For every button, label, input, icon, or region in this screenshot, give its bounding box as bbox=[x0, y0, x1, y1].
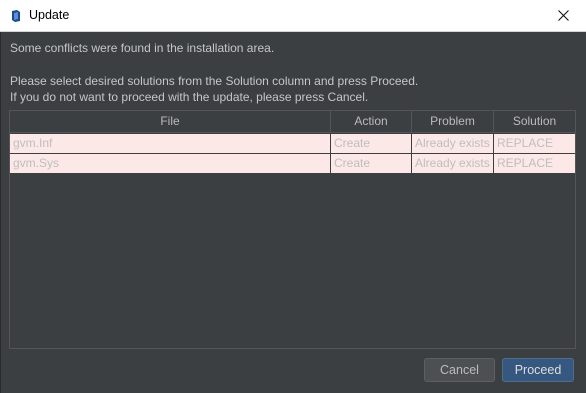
table-row[interactable]: gvm.Sys Create Already exists REPLACE bbox=[10, 154, 575, 174]
proceed-button[interactable]: Proceed bbox=[502, 358, 574, 382]
cell-solution[interactable]: REPLACE bbox=[494, 154, 575, 173]
cell-problem: Already exists bbox=[412, 154, 493, 173]
column-header-problem[interactable]: Problem bbox=[412, 111, 494, 132]
instruction-message: Please select desired solutions from the… bbox=[10, 74, 419, 88]
conflicts-table: File Action Problem Solution gvm.Inf Cre… bbox=[9, 110, 576, 349]
title-bar: Update bbox=[0, 0, 586, 32]
cancel-button[interactable]: Cancel bbox=[424, 358, 495, 382]
window-title: Update bbox=[29, 8, 70, 22]
conflict-message: Some conflicts were found in the install… bbox=[10, 41, 275, 55]
cell-solution[interactable]: REPLACE bbox=[494, 134, 575, 153]
app-icon bbox=[12, 10, 20, 22]
table-row[interactable]: gvm.Inf Create Already exists REPLACE bbox=[10, 134, 575, 154]
close-icon bbox=[557, 10, 569, 21]
window-edge bbox=[0, 32, 1, 393]
column-header-solution[interactable]: Solution bbox=[494, 111, 575, 132]
cancel-message: If you do not want to proceed with the u… bbox=[10, 90, 369, 104]
cell-file: gvm.Inf bbox=[10, 134, 330, 153]
close-button[interactable] bbox=[540, 0, 586, 31]
table-header: File Action Problem Solution bbox=[10, 111, 575, 133]
cell-action: Create bbox=[331, 134, 411, 153]
column-header-file[interactable]: File bbox=[10, 111, 331, 132]
cell-action: Create bbox=[331, 154, 411, 173]
column-header-action[interactable]: Action bbox=[331, 111, 412, 132]
cell-problem: Already exists bbox=[412, 134, 493, 153]
cell-file: gvm.Sys bbox=[10, 154, 330, 173]
